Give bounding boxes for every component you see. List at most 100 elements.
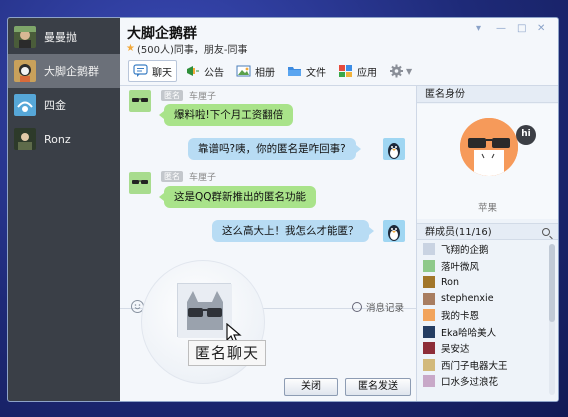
member-name: Ron	[441, 276, 460, 288]
tab-announcement[interactable]: 公告	[181, 60, 228, 82]
tab-label: 公告	[204, 67, 224, 79]
minimize-icon[interactable]: —	[496, 23, 506, 34]
member-name: 口水多过浪花	[441, 377, 499, 389]
group-subtitle-text: (500人)同事，朋友-同事	[136, 45, 248, 56]
close-icon[interactable]: ✕	[537, 23, 545, 34]
member-item[interactable]: 吴安达	[417, 340, 546, 357]
search-icon[interactable]	[542, 228, 550, 236]
chevron-down-icon: ▼	[406, 66, 413, 76]
member-list: 飞翔的企鹅 落叶微风 Ron stephenxie 我的卡恩 Eka哈哈美人 吴…	[417, 241, 546, 401]
chat-window: 曼曼抛 大脚企鹅群 四金 Ronz 大脚企鹅群 ★ (500人)同事，朋友-同事…	[7, 17, 559, 402]
member-avatar	[423, 292, 435, 305]
member-name: 吴安达	[441, 344, 470, 356]
member-item[interactable]: 西门子电器大王	[417, 357, 546, 374]
contact-item[interactable]: Ronz	[8, 122, 120, 156]
settings-button[interactable]: ▼	[385, 60, 416, 82]
chat-icon	[133, 64, 148, 78]
contact-name: 四金	[44, 99, 66, 112]
anonymous-avatar-icon	[129, 90, 151, 112]
member-name: Eka哈哈美人	[441, 327, 497, 339]
tab-photo-album[interactable]: 相册	[232, 60, 279, 82]
penguin-avatar-icon	[383, 138, 405, 160]
member-item[interactable]: Eka哈哈美人	[417, 324, 546, 341]
tab-label: 应用	[357, 67, 377, 79]
folder-icon	[287, 64, 302, 78]
anonymous-identity-header: 匿名身份	[417, 86, 558, 103]
contact-name: Ronz	[44, 132, 71, 146]
contact-name: 曼曼抛	[44, 31, 77, 44]
anonymous-avatar-icon	[460, 118, 518, 176]
history-label: 消息记录	[366, 303, 405, 314]
penguin-avatar-icon	[383, 220, 405, 242]
anonymous-avatar-icon	[129, 172, 151, 194]
contact-item[interactable]: 曼曼抛	[8, 20, 120, 54]
message-bubble: 这么高大上！我怎么才能匿？	[212, 220, 373, 242]
anonymous-badge: 匿名	[161, 171, 183, 182]
tab-label: 文件	[306, 67, 326, 79]
scrollbar-thumb[interactable]	[549, 244, 555, 322]
contact-name: 大脚企鹅群	[44, 65, 99, 78]
star-icon: ★	[126, 43, 135, 54]
user-avatar-icon	[14, 94, 36, 116]
member-item[interactable]: stephenxie	[417, 291, 546, 308]
member-item[interactable]: 口水多过浪花	[417, 373, 546, 390]
dropdown-icon[interactable]: ▾	[476, 23, 481, 34]
photo-album-icon	[236, 64, 251, 78]
group-avatar-icon	[14, 60, 36, 82]
tab-label: 聊天	[152, 67, 172, 79]
message-history-button[interactable]: 消息记录	[352, 300, 404, 314]
message-meta: 匿名 车厘子	[161, 170, 216, 183]
member-avatar	[423, 325, 435, 338]
anonymous-identity-card: hi 苹果	[417, 104, 558, 219]
member-avatar	[423, 375, 435, 388]
sender-name: 车厘子	[189, 173, 217, 183]
anonymous-badge: 匿名	[161, 90, 183, 101]
chat-header: 大脚企鹅群 ★ (500人)同事，朋友-同事 ▾ — □ ✕	[120, 18, 558, 58]
message-bubble: 爆料啦!下个月工资翻倍	[158, 104, 294, 126]
tab-chat[interactable]: 聊天	[128, 60, 177, 82]
tab-files[interactable]: 文件	[283, 60, 330, 82]
member-item[interactable]: Ron	[417, 274, 546, 291]
announcement-icon	[185, 64, 200, 78]
member-list-scrollbar[interactable]	[549, 244, 555, 395]
anonymous-mask-icon	[178, 284, 232, 338]
sender-name: 车厘子	[189, 92, 217, 102]
member-avatar	[423, 358, 435, 371]
member-name: 我的卡恩	[441, 311, 480, 323]
member-avatar	[423, 309, 435, 322]
message-bubble: 靠谱吗?咦，你的匿名是咋回事?	[188, 138, 361, 160]
member-avatar	[423, 276, 435, 289]
message-meta: 匿名 车厘子	[161, 89, 216, 102]
members-header: 群成员(11/16)	[417, 223, 558, 240]
apps-icon	[338, 64, 353, 78]
anonymous-chat-button[interactable]	[177, 283, 232, 338]
user-avatar-icon	[14, 26, 36, 48]
member-avatar	[423, 243, 435, 256]
member-item[interactable]: 飞翔的企鹅	[417, 241, 546, 258]
members-title: 群成员(11/16)	[425, 227, 492, 238]
anonymous-chat-tooltip: 匿名聊天	[188, 340, 267, 366]
clock-icon	[352, 302, 362, 312]
contact-item-active[interactable]: 大脚企鹅群	[8, 54, 120, 88]
member-item[interactable]: 我的卡恩	[417, 307, 546, 324]
maximize-icon[interactable]: □	[517, 23, 526, 34]
anonymous-send-button[interactable]: 匿名发送	[345, 378, 411, 396]
contact-item[interactable]: 四金	[8, 88, 120, 122]
member-avatar	[423, 259, 435, 272]
user-avatar-icon	[14, 128, 36, 150]
member-name: 西门子电器大王	[441, 360, 508, 372]
contact-sidebar: 曼曼抛 大脚企鹅群 四金 Ronz	[8, 18, 120, 401]
anonymous-name: 苹果	[477, 203, 497, 214]
right-panel: 匿名身份 hi 苹果 群成员(11/16) 飞翔的企鹅 落叶微风 Ron ste…	[417, 86, 558, 401]
hi-badge: hi	[516, 125, 536, 145]
member-name: stephenxie	[441, 293, 494, 305]
close-button[interactable]: 关闭	[284, 378, 338, 396]
group-subtitle: ★ (500人)同事，朋友-同事	[126, 41, 247, 56]
tab-apps[interactable]: 应用	[334, 60, 381, 82]
gear-icon	[389, 64, 404, 78]
member-name: 飞翔的企鹅	[441, 245, 489, 257]
member-item[interactable]: 落叶微风	[417, 258, 546, 275]
toolbar: 聊天 公告 相册 文件 应用 ▼	[120, 58, 558, 84]
tab-label: 相册	[255, 67, 275, 79]
message-bubble: 这是QQ群新推出的匿名功能	[158, 186, 317, 208]
